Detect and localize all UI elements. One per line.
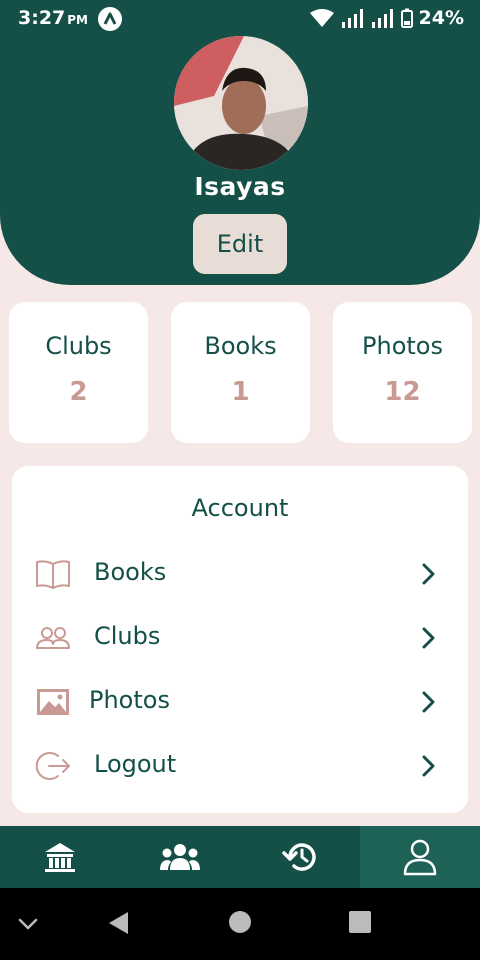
signal-icon-2 <box>371 9 393 28</box>
recents-icon[interactable] <box>348 910 372 934</box>
book-icon <box>36 560 70 589</box>
menu-item-label: Photos <box>89 686 170 714</box>
menu-item-logout[interactable]: Logout <box>12 736 468 796</box>
stat-label: Photos <box>362 332 443 360</box>
history-icon <box>282 843 316 871</box>
home-button-icon[interactable] <box>228 910 252 934</box>
menu-item-books[interactable]: Books <box>12 544 468 604</box>
account-title: Account <box>191 494 289 522</box>
stat-card-clubs[interactable]: Clubs 2 <box>9 302 148 443</box>
menu-item-label: Logout <box>94 750 177 778</box>
profile-name: Isayas <box>194 172 286 201</box>
app-notification-icon <box>98 7 122 31</box>
nav-tab-clubs[interactable] <box>120 826 240 888</box>
status-time-value: 3:27 <box>18 7 66 29</box>
avatar[interactable] <box>174 36 308 170</box>
nav-tab-profile[interactable] <box>360 826 480 888</box>
battery-icon <box>400 8 413 28</box>
battery-percent: 24% <box>418 7 464 29</box>
menu-item-label: Books <box>94 558 167 586</box>
group-icon <box>36 627 70 649</box>
chevron-down-icon[interactable] <box>16 914 40 934</box>
signal-icon <box>341 9 363 28</box>
chevron-right-icon <box>422 691 435 713</box>
status-time-ampm: PM <box>67 13 89 27</box>
home-icon <box>45 843 75 872</box>
menu-item-clubs[interactable]: Clubs <box>12 608 468 668</box>
menu-item-photos[interactable]: Photos <box>12 672 468 732</box>
status-time: 3:27 PM <box>18 7 88 29</box>
stat-value: 12 <box>384 377 421 407</box>
edit-profile-button[interactable]: Edit <box>193 214 287 274</box>
stat-value: 2 <box>69 377 88 407</box>
profile-header: 3:27 PM 24% Isayas Edit <box>0 0 480 285</box>
nav-tab-home[interactable] <box>0 826 120 888</box>
group-icon <box>160 844 200 870</box>
status-right: 24% <box>309 6 464 30</box>
nav-tab-history[interactable] <box>240 826 360 888</box>
stat-label: Clubs <box>45 332 112 360</box>
back-icon[interactable] <box>106 910 132 936</box>
stat-value: 1 <box>231 377 250 407</box>
image-icon <box>37 689 69 715</box>
stat-card-photos[interactable]: Photos 12 <box>333 302 472 443</box>
stat-card-books[interactable]: Books 1 <box>171 302 310 443</box>
chevron-right-icon <box>422 563 435 585</box>
account-card: Account Books Clubs Photos Logout <box>12 466 468 813</box>
logout-icon <box>35 752 70 780</box>
wifi-icon <box>309 9 334 27</box>
chevron-right-icon <box>422 755 435 777</box>
user-icon <box>403 839 437 876</box>
chevron-right-icon <box>422 627 435 649</box>
bottom-nav <box>0 826 480 888</box>
stat-label: Books <box>204 332 277 360</box>
menu-item-label: Clubs <box>94 622 161 650</box>
status-bar: 3:27 PM 24% <box>0 0 480 36</box>
system-navigation-bar <box>0 888 480 960</box>
